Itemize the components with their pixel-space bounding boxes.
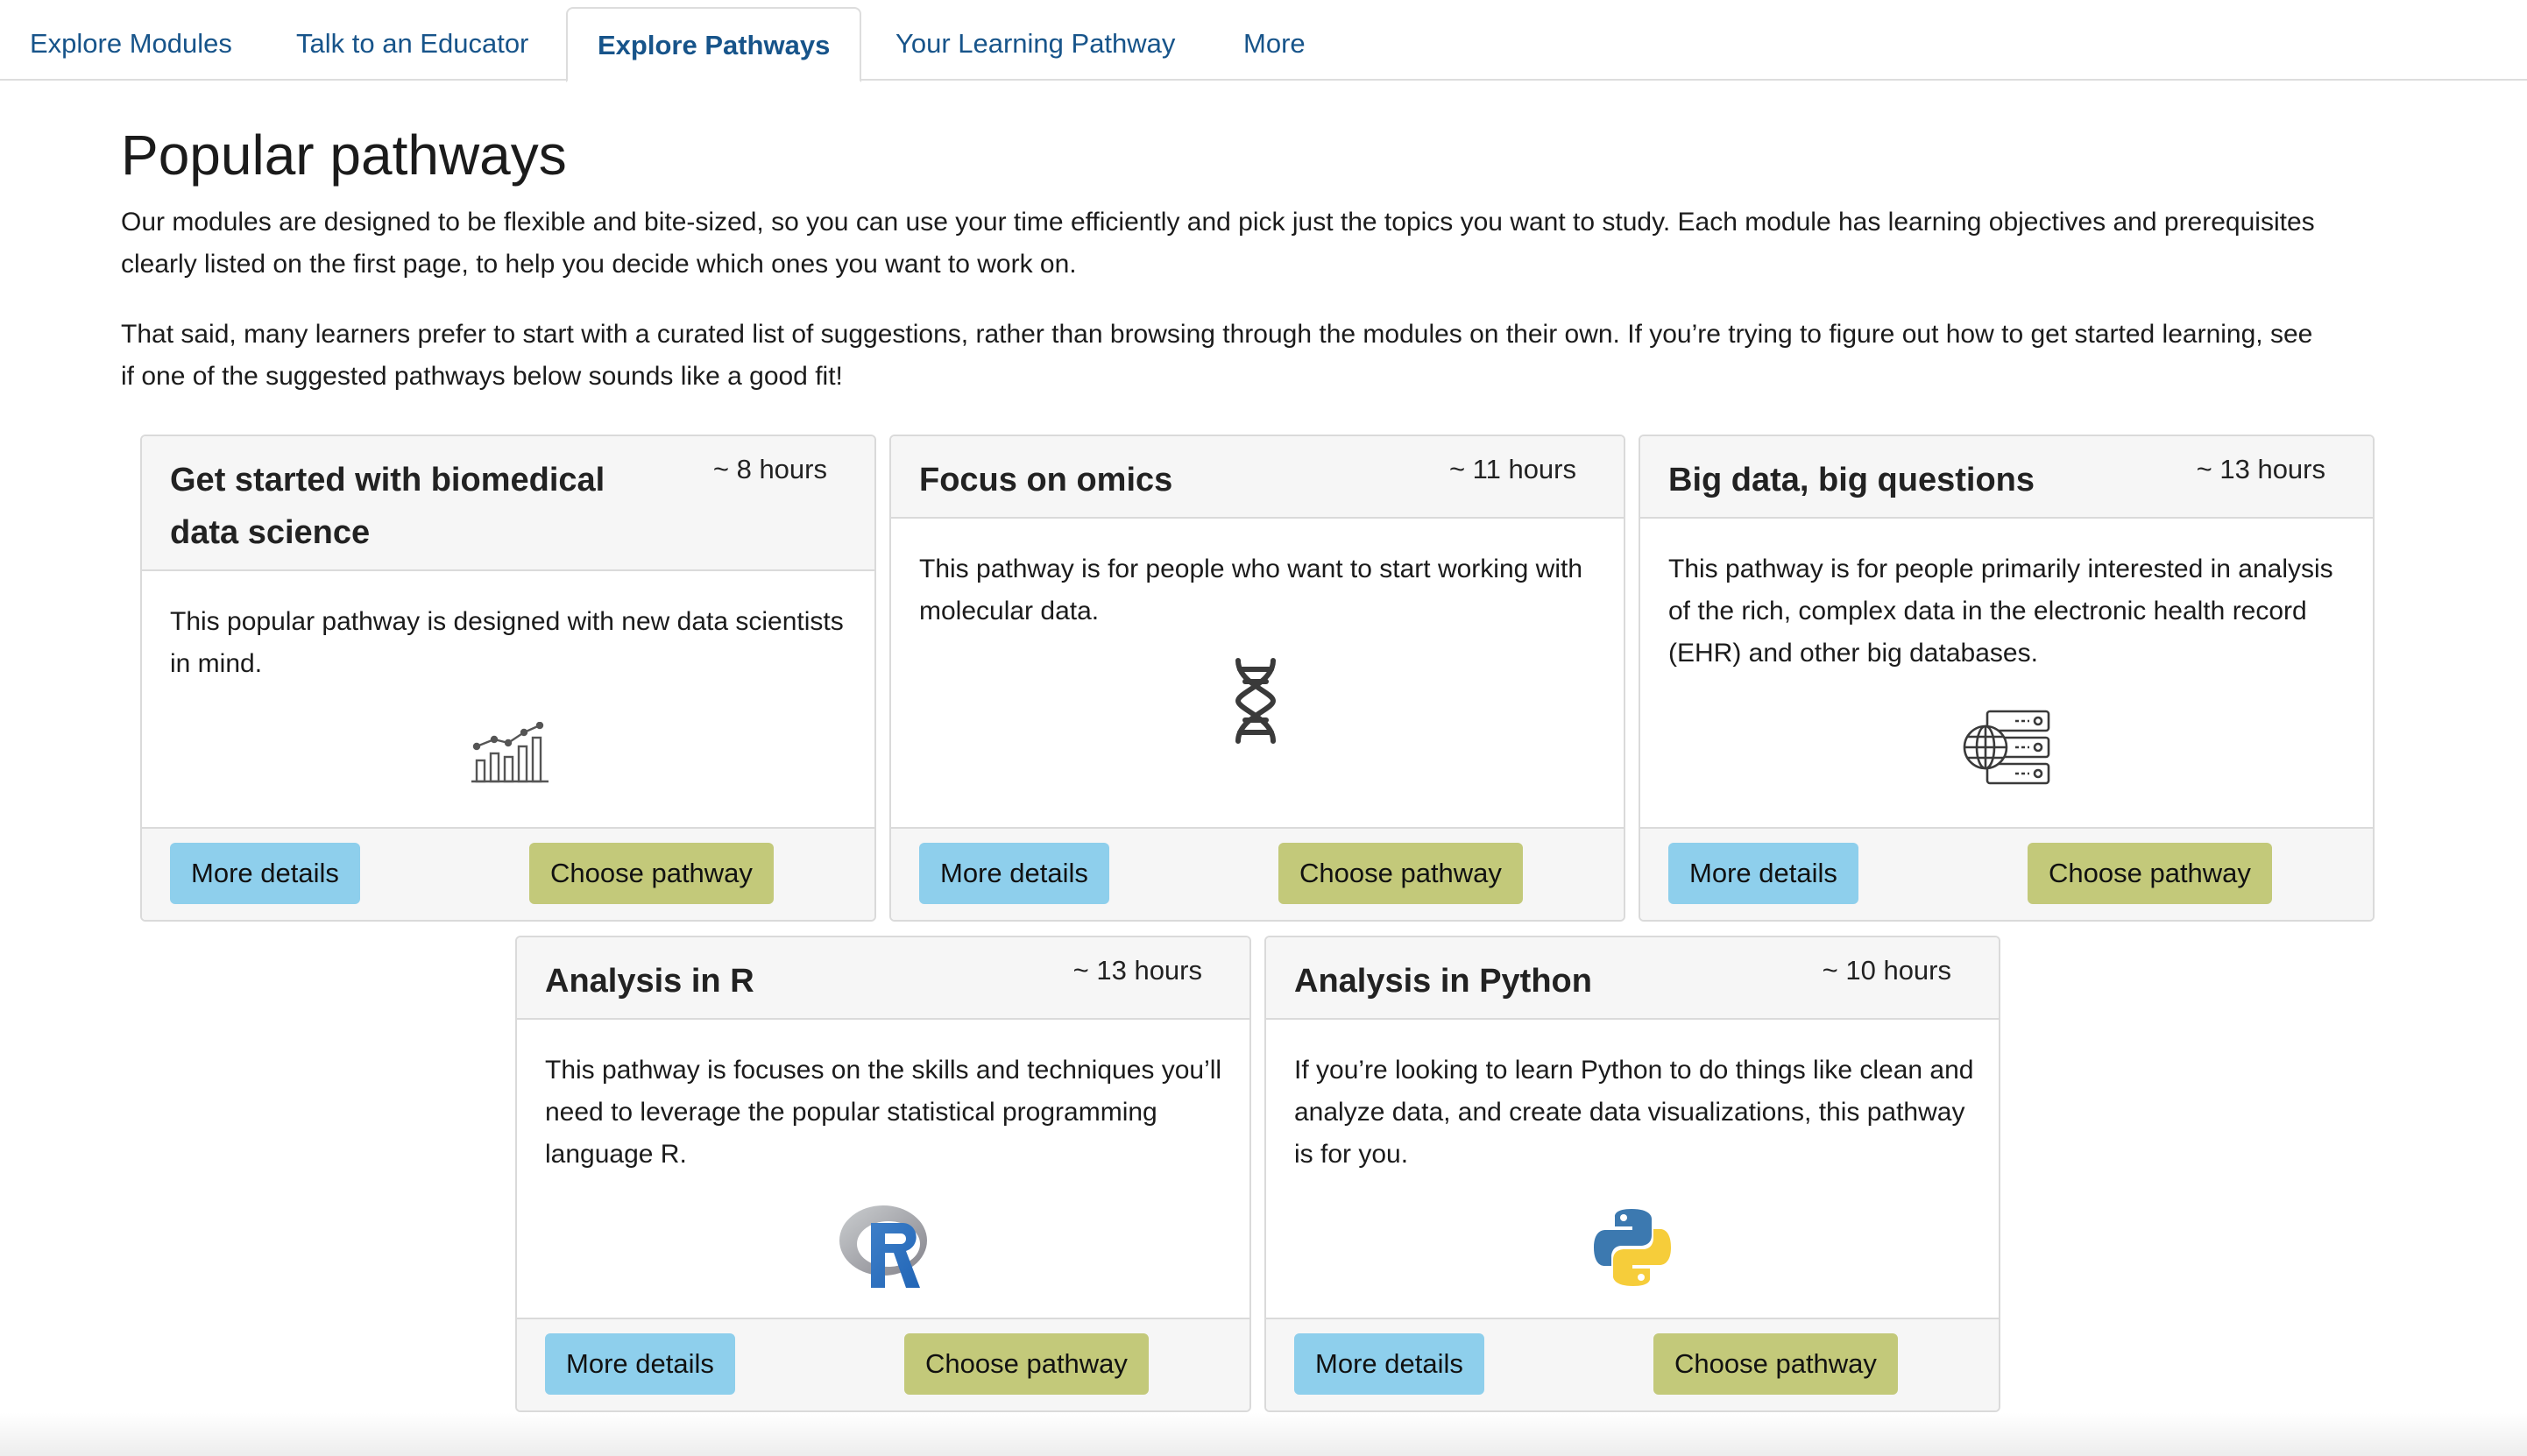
card-header: Big data, big questions ~ 13 hours [1640,436,2373,519]
tab-more[interactable]: More [1214,7,1335,81]
pathway-card-biomedical: Get started with biomedical data science… [140,435,876,922]
python-logo-icon [1590,1205,1674,1294]
pathway-card-python: Analysis in Python ~ 10 hours If you’re … [1264,936,2000,1412]
card-footer: More details Choose pathway [1266,1318,1999,1410]
card-hours: ~ 13 hours [1072,955,1202,986]
choose-pathway-button[interactable]: Choose pathway [1278,843,1523,904]
tab-bar: Explore Modules Talk to an Educator Expl… [0,0,2527,82]
card-title: Analysis in R [545,963,754,1000]
pathway-card-big-data: Big data, big questions ~ 13 hours This … [1639,435,2375,922]
card-description: If you’re looking to learn Python to do … [1294,1056,1974,1169]
page-title: Popular pathways [121,124,567,187]
bottom-shadow [0,1412,2527,1456]
intro-paragraph-1: Our modules are designed to be flexible … [121,208,2315,279]
card-description: This pathway is focuses on the skills an… [545,1056,1222,1169]
card-hours: ~ 13 hours [2196,454,2325,484]
tab-explore-modules[interactable]: Explore Modules [0,7,262,81]
tab-explore-pathways[interactable]: Explore Pathways [566,7,862,82]
database-globe-icon [1961,708,2052,791]
card-description: This popular pathway is designed with ne… [170,607,844,678]
card-description: This pathway is for people primarily int… [1668,555,2333,668]
tab-talk-to-educator[interactable]: Talk to an Educator [266,7,558,81]
choose-pathway-button[interactable]: Choose pathway [1653,1333,1898,1395]
pathway-card-omics: Focus on omics ~ 11 hours This pathway i… [889,435,1625,922]
card-header: Analysis in Python ~ 10 hours [1266,937,1999,1020]
bar-chart-trend-icon [470,721,550,789]
card-title: Focus on omics [919,462,1173,498]
more-details-button[interactable]: More details [919,843,1109,904]
choose-pathway-button[interactable]: Choose pathway [529,843,774,904]
card-hours: ~ 11 hours [1448,454,1576,484]
card-title: Analysis in Python [1294,963,1592,1000]
card-header: Focus on omics ~ 11 hours [891,436,1624,519]
choose-pathway-button[interactable]: Choose pathway [2028,843,2272,904]
card-footer: More details Choose pathway [1640,827,2373,920]
card-hours: ~ 10 hours [1822,955,1951,986]
intro-paragraph-2: That said, many learners prefer to start… [121,320,2313,391]
card-title: Big data, big questions [1668,462,2035,498]
card-footer: More details Choose pathway [891,827,1624,920]
more-details-button[interactable]: More details [1668,843,1858,904]
card-hours: ~ 8 hours [712,454,827,484]
card-footer: More details Choose pathway [517,1318,1249,1410]
dna-icon [1231,657,1280,749]
card-footer: More details Choose pathway [142,827,874,920]
card-description: This pathway is for people who want to s… [919,555,1583,626]
r-logo-icon [838,1200,931,1296]
choose-pathway-button[interactable]: Choose pathway [904,1333,1149,1395]
pathway-card-r: Analysis in R ~ 13 hours This pathway is… [515,936,1251,1412]
card-header: Get started with biomedical data science… [142,436,874,571]
more-details-button[interactable]: More details [1294,1333,1484,1395]
card-header: Analysis in R ~ 13 hours [517,937,1249,1020]
more-details-button[interactable]: More details [545,1333,735,1395]
more-details-button[interactable]: More details [170,843,360,904]
card-title: Get started with biomedical data science [170,462,605,551]
tab-your-learning-pathway[interactable]: Your Learning Pathway [866,7,1205,81]
